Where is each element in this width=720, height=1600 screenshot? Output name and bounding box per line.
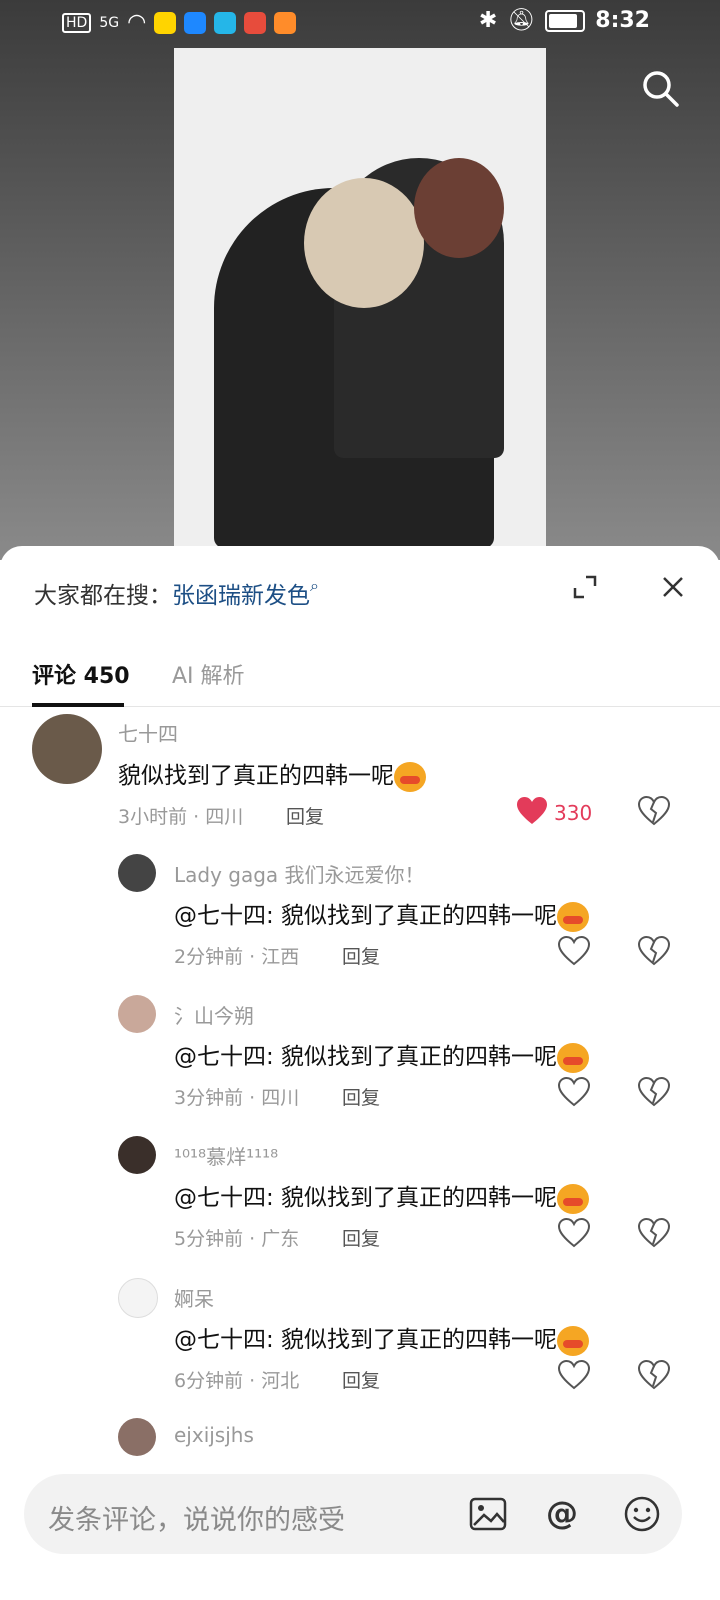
broken-heart-icon[interactable] [638,1360,670,1390]
video-player[interactable] [174,48,546,548]
like-count: 330 [554,801,593,825]
search-suggestion[interactable]: 大家都在搜：张函瑞新发色⌕ [34,576,319,610]
video-figure [414,158,504,258]
reply-button[interactable]: 回复 [342,1366,380,1393]
close-icon[interactable] [660,574,686,600]
emoji-icon [557,1325,590,1356]
avatar[interactable] [118,1136,156,1174]
comment-text: 貌似找到了真正的四韩一呢 [118,756,426,792]
emoji-icon [557,1042,590,1073]
broken-heart-icon[interactable] [638,1077,670,1107]
reply-button[interactable]: 回复 [342,942,380,969]
reply-button[interactable]: 回复 [342,1224,380,1251]
svg-text:@: @ [546,1494,578,1532]
comment-meta: 3小时前 · 四川 [118,806,244,828]
comments-sheet: 大家都在搜：张函瑞新发色⌕ 评论 450 AI 解析 [0,546,720,1600]
tab-comments[interactable]: 评论 450 [32,658,130,690]
expand-icon[interactable] [572,574,598,600]
avatar[interactable] [118,1418,156,1456]
status-bar: HD 5G ◠ ✱ 🔕︎ 8:32 [0,0,720,46]
reply-meta: 2分钟前 · 江西 [174,946,300,968]
emoji-icon [394,761,426,792]
broken-heart-icon[interactable] [638,936,670,966]
clock: 8:32 [595,8,650,33]
emoji-picker-icon[interactable] [622,1494,662,1534]
video-figure [304,178,424,308]
wifi-icon: ◠ [127,10,147,35]
search-suggestion-label: 大家都在搜： [34,583,172,609]
reply-username[interactable]: 氵山今朔 [174,1000,254,1029]
signal-icon: 5G [99,14,120,31]
app-icon-red [244,11,267,34]
avatar[interactable] [118,1278,158,1318]
app-icon-cyan [214,11,237,34]
tab-indicator [32,703,124,707]
hd-icon: HD [62,12,92,33]
weibo-icon [154,11,177,34]
mute-icon: 🔕︎ [507,8,536,33]
app-icon-orange [274,11,297,34]
comment-input-placeholder: 发条评论，说说你的感受 [48,1505,345,1536]
reply-username[interactable]: ¹⁰¹⁸慕烊¹¹¹⁸ [174,1141,278,1170]
search-suggestion-keyword[interactable]: 张函瑞新发色 [172,583,310,609]
heart-filled-icon[interactable] [516,796,548,826]
bluetooth-icon: ✱ [478,8,498,33]
reply-meta: 6分钟前 · 河北 [174,1370,300,1392]
heart-outline-icon[interactable] [558,1360,590,1390]
comment-username[interactable]: 七十四 [118,718,178,747]
avatar[interactable] [32,714,102,784]
reply-meta: 3分钟前 · 四川 [174,1087,300,1109]
reply-text: @七十四: 貌似找到了真正的四韩一呢 [174,1320,590,1356]
broken-heart-icon[interactable] [638,1218,670,1248]
tab-ai-analysis[interactable]: AI 解析 [172,658,245,690]
reply-meta: 5分钟前 · 广东 [174,1228,300,1250]
reply-username[interactable]: Lady gaga 我们永远爱你！ [174,859,425,888]
reply-text: @七十四: 貌似找到了真正的四韩一呢 [174,896,590,932]
reply-username[interactable]: ejxijsjhs [174,1423,254,1447]
reply-text: @七十四: 貌似找到了真正的四韩一呢 [174,1178,590,1214]
reply-text: @七十四: 貌似找到了真正的四韩一呢 [174,1037,590,1073]
image-icon[interactable] [468,1494,508,1534]
heart-outline-icon[interactable] [558,936,590,966]
tab-bar: 评论 450 AI 解析 [0,636,720,707]
battery-icon [545,9,586,32]
app-icon-blue [184,11,207,34]
reply-username[interactable]: 婀呆 [174,1283,214,1312]
search-icon[interactable] [640,68,680,108]
broken-heart-icon[interactable] [638,796,670,826]
mention-icon[interactable]: @ [542,1494,582,1534]
emoji-icon [557,901,590,932]
avatar[interactable] [118,854,156,892]
heart-outline-icon[interactable] [558,1218,590,1248]
search-small-icon: ⌕ [310,576,319,595]
heart-outline-icon[interactable] [558,1077,590,1107]
emoji-icon [557,1183,590,1214]
comment-input[interactable]: 发条评论，说说你的感受 @ [24,1474,682,1554]
reply-button[interactable]: 回复 [342,1083,380,1110]
avatar[interactable] [118,995,156,1033]
reply-button[interactable]: 回复 [286,802,324,829]
